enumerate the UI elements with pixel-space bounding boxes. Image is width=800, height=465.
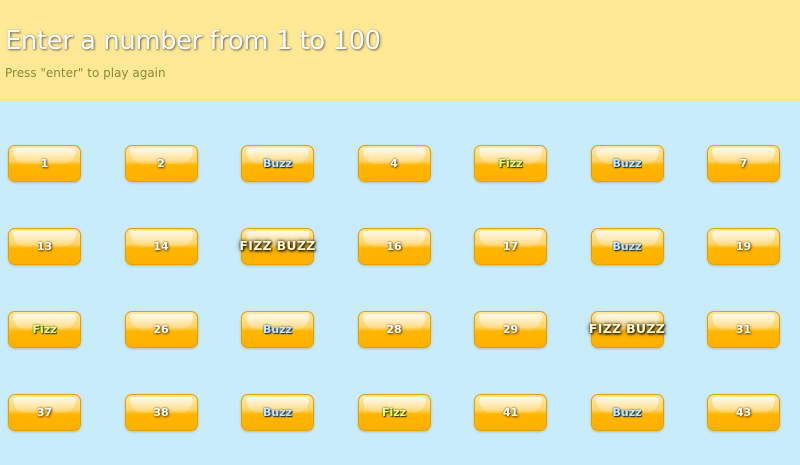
tile-label-number: 17 bbox=[502, 240, 519, 253]
tile-button[interactable]: 4 bbox=[357, 145, 431, 182]
tile-label-number: 38 bbox=[153, 406, 169, 419]
tile-button[interactable]: Buzz bbox=[241, 145, 314, 182]
tile-label-buzz: Buzz bbox=[612, 240, 642, 253]
tile-button[interactable]: Buzz bbox=[590, 394, 664, 431]
tile-button[interactable]: 37 bbox=[8, 394, 81, 431]
tile-button[interactable]: Fizz bbox=[8, 311, 81, 348]
tile-button[interactable]: 19 bbox=[707, 228, 780, 265]
tile-label-buzz: Buzz bbox=[262, 323, 293, 336]
tile-button[interactable]: 26 bbox=[124, 311, 198, 348]
tile-button[interactable]: FIZZ BUZZ bbox=[239, 228, 316, 265]
instructions-text: Press "enter" to play again bbox=[5, 66, 166, 80]
tile-label-number: 26 bbox=[153, 323, 169, 336]
tile-label-fizzbuzz: FIZZ BUZZ bbox=[588, 321, 666, 337]
tile-label-number: 16 bbox=[386, 240, 402, 253]
tile-button[interactable]: FIZZ BUZZ bbox=[588, 311, 666, 348]
tile-button[interactable]: 43 bbox=[707, 394, 780, 431]
tile-button[interactable]: Buzz bbox=[241, 394, 314, 431]
tile-button[interactable]: 16 bbox=[357, 228, 431, 265]
tile-button[interactable]: 41 bbox=[474, 394, 547, 431]
page-title: Enter a number from 1 to 100 bbox=[5, 26, 381, 56]
tile-button[interactable]: 7 bbox=[707, 145, 780, 182]
tile-label-number: 28 bbox=[386, 323, 402, 336]
tile-label-number: 2 bbox=[157, 157, 165, 170]
tile-button[interactable]: 13 bbox=[8, 228, 81, 265]
tile-button[interactable]: 31 bbox=[707, 311, 780, 348]
tile-button[interactable]: Buzz bbox=[590, 145, 664, 182]
tile-label-fizz: Fizz bbox=[381, 406, 407, 419]
tile-label-buzz: Buzz bbox=[262, 406, 293, 419]
tile-label-buzz: Buzz bbox=[612, 406, 642, 419]
tile-label-number: 7 bbox=[739, 157, 748, 170]
tile-button[interactable]: Buzz bbox=[590, 228, 664, 265]
header-bar: Enter a number from 1 to 100 Press "ente… bbox=[0, 0, 800, 101]
tile-label-buzz: Buzz bbox=[262, 157, 293, 170]
tile-label-number: 1 bbox=[40, 157, 49, 170]
tile-label-number: 43 bbox=[735, 406, 752, 419]
tile-label-number: 41 bbox=[502, 406, 519, 419]
tile-label-number: 4 bbox=[390, 157, 398, 170]
tile-label-number: 13 bbox=[36, 240, 53, 253]
tile-label-number: 29 bbox=[502, 323, 519, 336]
tile-button[interactable]: 17 bbox=[474, 228, 547, 265]
tile-label-number: 31 bbox=[735, 323, 752, 336]
tile-label-number: 19 bbox=[735, 240, 752, 253]
tile-button[interactable]: 14 bbox=[124, 228, 198, 265]
tile-button[interactable]: Fizz bbox=[357, 394, 431, 431]
tile-label-number: 37 bbox=[36, 406, 53, 419]
tile-button[interactable]: 38 bbox=[124, 394, 198, 431]
tile-label-fizz: Fizz bbox=[498, 157, 523, 170]
tile-button[interactable]: 29 bbox=[474, 311, 547, 348]
tile-label-fizz: Fizz bbox=[32, 323, 57, 336]
fizzbuzz-tile-grid: 1 2 Buzz 4 Fizz Buzz 7 13 14 FIZZ BUZZ 16 17 Buzz 19 F… bbox=[8, 145, 780, 431]
tile-label-buzz: Buzz bbox=[612, 157, 642, 170]
tile-button[interactable]: Fizz bbox=[474, 145, 547, 182]
tile-button[interactable]: 1 bbox=[8, 145, 81, 182]
tile-button[interactable]: 2 bbox=[124, 145, 198, 182]
tile-label-number: 14 bbox=[153, 240, 169, 253]
tile-button[interactable]: 28 bbox=[357, 311, 431, 348]
tile-button[interactable]: Buzz bbox=[241, 311, 314, 348]
tile-label-fizzbuzz: FIZZ BUZZ bbox=[239, 238, 316, 254]
